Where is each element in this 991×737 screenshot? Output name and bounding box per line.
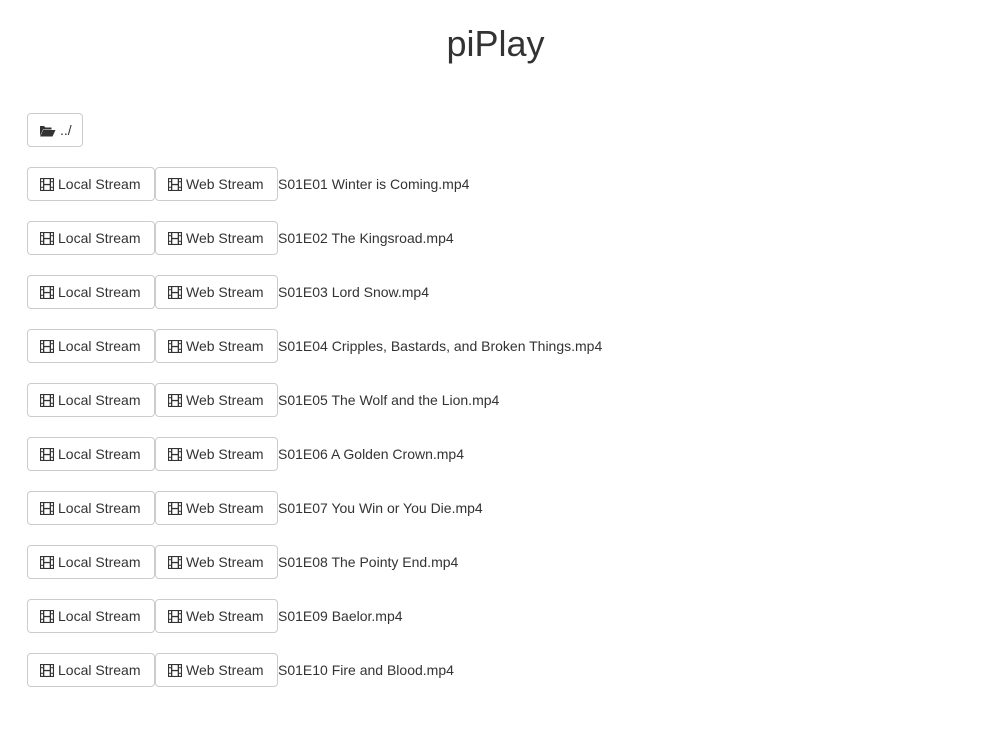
film-icon [167, 555, 183, 569]
file-name: S01E07 You Win or You Die.mp4 [278, 500, 483, 516]
web-stream-button[interactable]: Web Stream [155, 275, 278, 309]
file-row: Local Stream Web Stream S01E09 Baelor.mp… [27, 599, 602, 633]
local-stream-button[interactable]: Local Stream [27, 653, 155, 687]
film-icon [167, 339, 183, 353]
local-stream-label: Local Stream [58, 554, 141, 570]
local-stream-label: Local Stream [58, 662, 141, 678]
file-name: S01E06 A Golden Crown.mp4 [278, 446, 465, 462]
parent-directory-label: ../ [60, 122, 72, 138]
web-stream-button[interactable]: Web Stream [155, 491, 278, 525]
film-icon [167, 501, 183, 515]
film-icon [167, 447, 183, 461]
file-row: Local Stream Web Stream S01E03 Lord Snow… [27, 275, 602, 309]
file-name: S01E02 The Kingsroad.mp4 [278, 230, 454, 246]
web-stream-label: Web Stream [186, 392, 264, 408]
web-stream-button[interactable]: Web Stream [155, 653, 278, 687]
film-icon [39, 609, 55, 623]
file-row: Local Stream Web Stream S01E07 You Win o… [27, 491, 602, 525]
file-row: Local Stream Web Stream S01E06 A Golden … [27, 437, 602, 471]
file-row: Local Stream Web Stream S01E04 Cripples,… [27, 329, 602, 363]
local-stream-button[interactable]: Local Stream [27, 167, 155, 201]
web-stream-button[interactable]: Web Stream [155, 221, 278, 255]
parent-directory-row: ../ [27, 113, 83, 147]
local-stream-label: Local Stream [58, 392, 141, 408]
local-stream-button[interactable]: Local Stream [27, 491, 155, 525]
file-name: S01E01 Winter is Coming.mp4 [278, 176, 470, 192]
file-name: S01E03 Lord Snow.mp4 [278, 284, 429, 300]
file-list: Local Stream Web Stream S01E01 Winter is… [27, 167, 602, 707]
web-stream-button[interactable]: Web Stream [155, 329, 278, 363]
local-stream-button[interactable]: Local Stream [27, 599, 155, 633]
web-stream-label: Web Stream [186, 446, 264, 462]
film-icon [39, 663, 55, 677]
web-stream-label: Web Stream [186, 662, 264, 678]
local-stream-label: Local Stream [58, 176, 141, 192]
local-stream-label: Local Stream [58, 500, 141, 516]
local-stream-label: Local Stream [58, 608, 141, 624]
web-stream-label: Web Stream [186, 176, 264, 192]
local-stream-button[interactable]: Local Stream [27, 221, 155, 255]
local-stream-label: Local Stream [58, 284, 141, 300]
film-icon [39, 177, 55, 191]
local-stream-label: Local Stream [58, 446, 141, 462]
web-stream-label: Web Stream [186, 230, 264, 246]
file-name: S01E08 The Pointy End.mp4 [278, 554, 459, 570]
film-icon [167, 663, 183, 677]
web-stream-button[interactable]: Web Stream [155, 545, 278, 579]
folder-open-icon [39, 124, 56, 137]
web-stream-button[interactable]: Web Stream [155, 599, 278, 633]
file-row: Local Stream Web Stream S01E02 The Kings… [27, 221, 602, 255]
local-stream-button[interactable]: Local Stream [27, 329, 155, 363]
web-stream-label: Web Stream [186, 554, 264, 570]
page-title: piPlay [446, 23, 545, 64]
web-stream-button[interactable]: Web Stream [155, 383, 278, 417]
local-stream-button[interactable]: Local Stream [27, 383, 155, 417]
film-icon [39, 501, 55, 515]
web-stream-label: Web Stream [186, 284, 264, 300]
film-icon [39, 339, 55, 353]
local-stream-label: Local Stream [58, 338, 141, 354]
file-name: S01E05 The Wolf and the Lion.mp4 [278, 392, 500, 408]
film-icon [167, 609, 183, 623]
film-icon [39, 231, 55, 245]
web-stream-button[interactable]: Web Stream [155, 437, 278, 471]
film-icon [39, 285, 55, 299]
web-stream-label: Web Stream [186, 500, 264, 516]
film-icon [39, 555, 55, 569]
local-stream-button[interactable]: Local Stream [27, 275, 155, 309]
film-icon [167, 177, 183, 191]
file-name: S01E04 Cripples, Bastards, and Broken Th… [278, 338, 603, 354]
film-icon [167, 231, 183, 245]
file-name: S01E09 Baelor.mp4 [278, 608, 403, 624]
web-stream-label: Web Stream [186, 608, 264, 624]
parent-directory-button[interactable]: ../ [27, 113, 83, 147]
film-icon [167, 285, 183, 299]
local-stream-button[interactable]: Local Stream [27, 545, 155, 579]
local-stream-button[interactable]: Local Stream [27, 437, 155, 471]
file-row: Local Stream Web Stream S01E01 Winter is… [27, 167, 602, 201]
file-row: Local Stream Web Stream S01E08 The Point… [27, 545, 602, 579]
film-icon [167, 393, 183, 407]
file-row: Local Stream Web Stream S01E10 Fire and … [27, 653, 602, 687]
film-icon [39, 447, 55, 461]
file-name: S01E10 Fire and Blood.mp4 [278, 662, 454, 678]
local-stream-label: Local Stream [58, 230, 141, 246]
film-icon [39, 393, 55, 407]
web-stream-button[interactable]: Web Stream [155, 167, 278, 201]
web-stream-label: Web Stream [186, 338, 264, 354]
file-row: Local Stream Web Stream S01E05 The Wolf … [27, 383, 602, 417]
